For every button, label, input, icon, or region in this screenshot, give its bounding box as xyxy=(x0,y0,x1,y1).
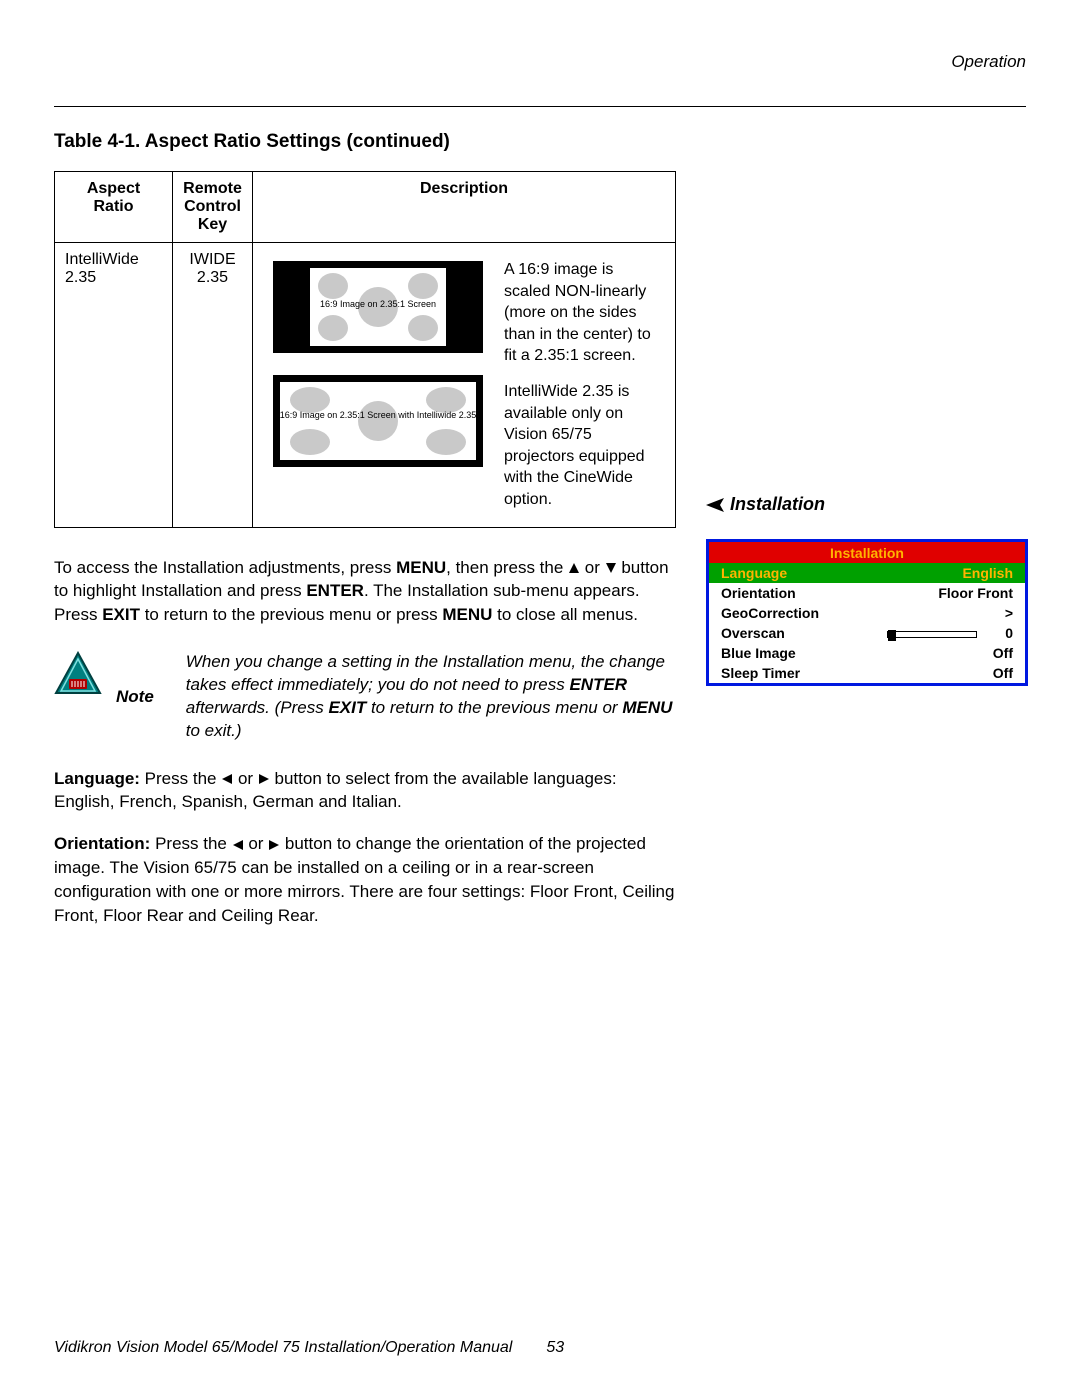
horizontal-rule xyxy=(54,106,1026,107)
page-footer: Vidikron Vision Model 65/Model 75 Instal… xyxy=(54,1339,1026,1357)
cell-key: IWIDE 2.35 xyxy=(173,243,253,528)
col-desc: Description xyxy=(253,172,676,243)
note-text: When you change a setting in the Install… xyxy=(186,651,676,743)
footer-title: Vidikron Vision Model 65/Model 75 Instal… xyxy=(54,1339,512,1357)
osd-item-blueimage: Blue Image Off xyxy=(709,643,1025,663)
right-arrow-icon xyxy=(258,773,270,785)
note-label: Note xyxy=(116,685,154,709)
table-header-row: Aspect Ratio Remote Control Key Descript… xyxy=(55,172,676,243)
overscan-slider xyxy=(887,631,977,638)
osd-item-language: Language English xyxy=(709,563,1025,583)
aspect-ratio-table: Aspect Ratio Remote Control Key Descript… xyxy=(54,171,676,528)
orientation-paragraph: Orientation: Press the or button to chan… xyxy=(54,832,676,927)
right-arrow-icon xyxy=(268,839,280,851)
up-arrow-icon xyxy=(568,562,580,574)
diagram-16-9-intelliwide: 16:9 Image on 2.35:1 Screen with Intelli… xyxy=(273,375,483,467)
page-number: 53 xyxy=(546,1339,564,1357)
osd-item-overscan: Overscan 0 xyxy=(709,623,1025,643)
language-paragraph: Language: Press the or button to select … xyxy=(54,767,676,815)
left-pointer-icon xyxy=(706,498,724,512)
osd-menu: Installation Language English Orientatio… xyxy=(706,539,1028,686)
down-arrow-icon xyxy=(605,562,617,574)
diagram-caption-1: 16:9 Image on 2.35:1 Screen xyxy=(273,299,483,309)
diagram-16-9-on-235: 16:9 Image on 2.35:1 Screen xyxy=(273,261,483,353)
installation-side-label: Installation xyxy=(706,494,1034,515)
left-arrow-icon xyxy=(221,773,233,785)
table-row: IntelliWide 2.35 IWIDE 2.35 16:9 Image o… xyxy=(55,243,676,528)
osd-item-geocorrection: GeoCorrection > xyxy=(709,603,1025,623)
note-icon xyxy=(54,651,102,695)
access-paragraph: To access the Installation adjustments, … xyxy=(54,556,676,627)
table-title: Table 4-1. Aspect Ratio Settings (contin… xyxy=(54,131,1026,153)
cell-aspect: IntelliWide 2.35 xyxy=(55,243,173,528)
col-aspect: Aspect Ratio xyxy=(55,172,173,243)
osd-item-orientation: Orientation Floor Front xyxy=(709,583,1025,603)
osd-item-sleeptimer: Sleep Timer Off xyxy=(709,663,1025,683)
section-header: Operation xyxy=(54,52,1026,72)
desc-para-1: A 16:9 image is scaled NON-linearly (mor… xyxy=(504,259,655,367)
diagram-caption-2: 16:9 Image on 2.35:1 Screen with Intelli… xyxy=(273,410,483,420)
left-arrow-icon xyxy=(232,839,244,851)
note-block: Note When you change a setting in the In… xyxy=(54,651,676,743)
cell-desc: 16:9 Image on 2.35:1 Screen 16:9 Image o… xyxy=(253,243,676,528)
desc-para-2: IntelliWide 2.35 is available only on Vi… xyxy=(504,381,655,511)
col-remote: Remote Control Key xyxy=(173,172,253,243)
osd-title: Installation xyxy=(709,542,1025,563)
